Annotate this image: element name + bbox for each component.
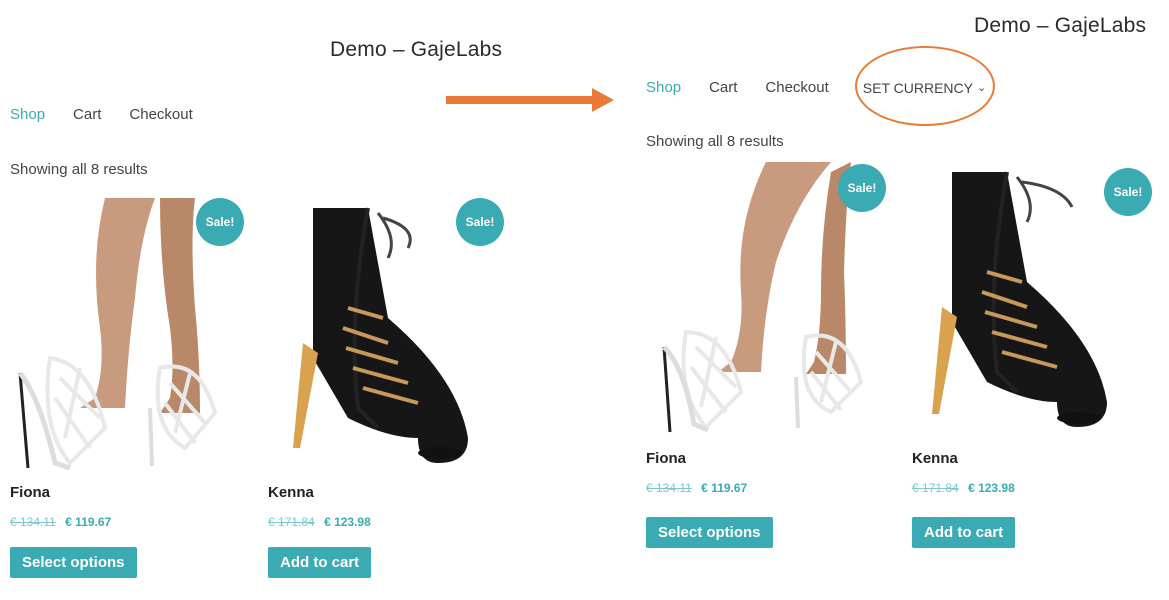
product-price: € 171.84 € 123.98: [268, 515, 508, 529]
sale-price: € 119.67: [65, 515, 112, 529]
old-price: € 171.84: [268, 515, 315, 529]
results-count: Showing all 8 results: [10, 161, 148, 178]
nav-checkout[interactable]: Checkout: [129, 106, 192, 123]
sale-badge: Sale!: [1104, 168, 1152, 216]
sale-price: € 123.98: [968, 481, 1015, 495]
nav-shop[interactable]: Shop: [10, 106, 45, 123]
results-count: Showing all 8 results: [646, 133, 784, 150]
site-title: Demo – GajeLabs: [974, 14, 1147, 37]
old-price: € 171.84: [912, 481, 959, 495]
product-price: € 134.11 € 119.67: [10, 515, 250, 529]
add-to-cart-button[interactable]: Add to cart: [912, 517, 1016, 548]
product-image[interactable]: Sale!: [912, 162, 1162, 442]
old-price: € 134.11: [646, 481, 692, 495]
select-options-button[interactable]: Select options: [10, 547, 137, 578]
product-name[interactable]: Fiona: [10, 484, 250, 501]
select-options-button[interactable]: Select options: [646, 517, 773, 548]
site-title: Demo – GajeLabs: [330, 38, 503, 61]
product-card-kenna: Sale! Kenna € 171.84 € 123.98 Add to car…: [268, 198, 508, 578]
add-to-cart-button[interactable]: Add to cart: [268, 547, 372, 578]
product-name[interactable]: Kenna: [268, 484, 508, 501]
nav-cart[interactable]: Cart: [73, 106, 101, 123]
sale-price: € 119.67: [701, 481, 748, 495]
product-image[interactable]: Sale!: [268, 198, 508, 478]
sale-badge: Sale!: [456, 198, 504, 246]
product-image[interactable]: Sale!: [10, 198, 250, 478]
nav-shop[interactable]: Shop: [646, 79, 681, 96]
product-card-fiona: Sale! Fiona € 134.11 € 119.67 Select opt…: [10, 198, 250, 578]
nav-cart[interactable]: Cart: [709, 79, 737, 96]
old-price: € 134.11: [10, 515, 56, 529]
main-nav: Shop Cart Checkout: [10, 106, 221, 123]
product-price: € 134.11 € 119.67: [646, 481, 886, 495]
product-card-kenna: Sale! Kenna € 171.84 € 123.98 Add to car…: [912, 162, 1162, 548]
product-price: € 171.84 € 123.98: [912, 481, 1162, 495]
nav-checkout[interactable]: Checkout: [765, 79, 828, 96]
currency-highlight: [855, 46, 995, 126]
product-card-fiona: Sale! Fiona € 134.11 € 119.67 Select opt…: [646, 162, 886, 548]
product-name[interactable]: Kenna: [912, 450, 1162, 467]
sale-badge: Sale!: [196, 198, 244, 246]
sale-price: € 123.98: [324, 515, 371, 529]
arrow-right-icon: [446, 88, 616, 117]
sale-badge: Sale!: [838, 164, 886, 212]
product-image[interactable]: Sale!: [646, 162, 886, 442]
product-name[interactable]: Fiona: [646, 450, 886, 467]
